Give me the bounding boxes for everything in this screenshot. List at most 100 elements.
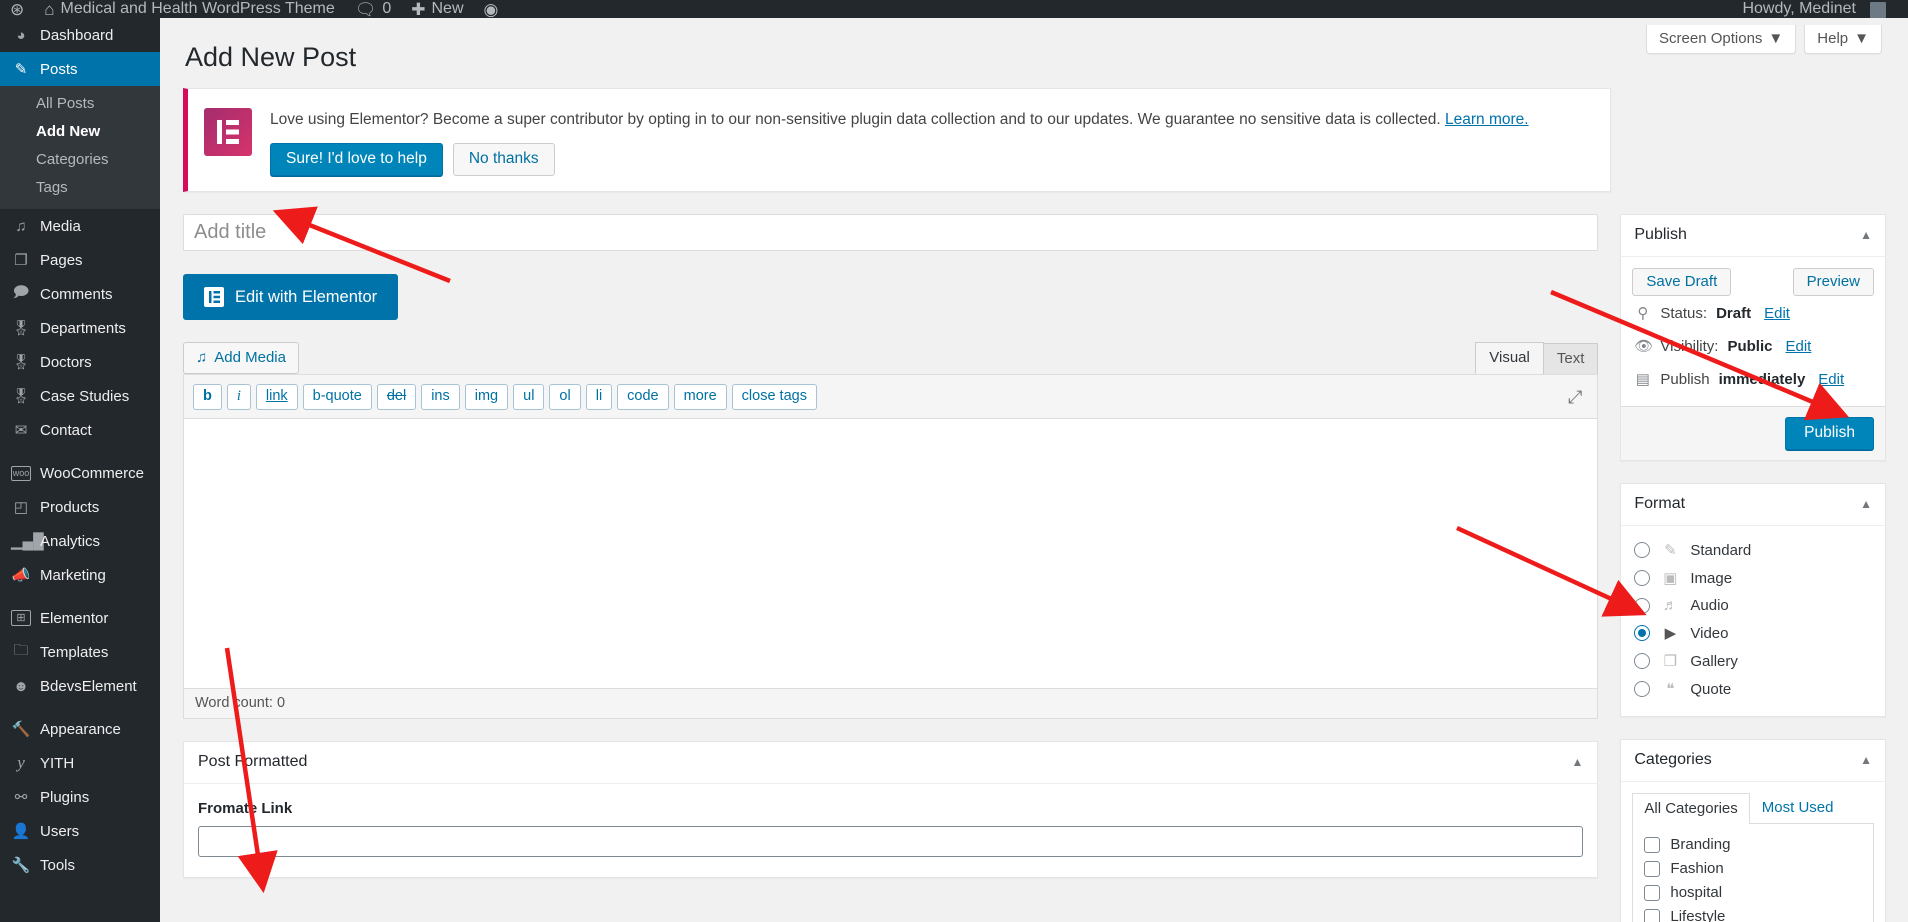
radio-quote[interactable] <box>1634 681 1650 697</box>
quicktag-i[interactable]: i <box>227 384 251 410</box>
quicktag-ins[interactable]: ins <box>421 384 460 410</box>
comments-menu[interactable]: 🗨 0 <box>345 0 402 18</box>
sidebar-item-templates[interactable]: 🗀 Templates <box>0 635 160 669</box>
add-media-button[interactable]: ♫ Add Media <box>183 342 299 374</box>
format-option-video[interactable]: ▶ Video <box>1634 619 1872 647</box>
wp-logo-menu[interactable]: ⊛ <box>0 0 34 18</box>
sidebar-item-appearance[interactable]: 🔨 Appearance <box>0 712 160 746</box>
sidebar-item-dashboard[interactable]: ◕ Dashboard <box>0 18 160 52</box>
sidebar-item-add-new[interactable]: Add New <box>0 118 160 146</box>
new-content-menu[interactable]: ✚ New <box>401 0 473 18</box>
categories-box-header[interactable]: Categories ▲ <box>1621 740 1885 782</box>
sidebar-item-marketing[interactable]: 📣 Marketing <box>0 558 160 592</box>
tab-most-used[interactable]: Most Used <box>1750 792 1846 823</box>
save-draft-button[interactable]: Save Draft <box>1632 268 1731 296</box>
sidebar-item-woocommerce[interactable]: woo WooCommerce <box>0 456 160 490</box>
quicktag-code[interactable]: code <box>617 384 668 410</box>
edit-with-elementor-button[interactable]: Edit with Elementor <box>183 274 398 320</box>
radio-standard[interactable] <box>1634 542 1650 558</box>
edit-status-link[interactable]: Edit <box>1764 305 1790 322</box>
format-option-standard[interactable]: ✎ Standard <box>1634 536 1872 564</box>
wp-admin-screen: ⊛ ⌂ Medical and Health WordPress Theme 🗨… <box>0 0 1908 922</box>
sidebar-item-comments[interactable]: 🗩 Comments <box>0 277 160 311</box>
category-row[interactable]: Branding <box>1644 833 1862 857</box>
edit-visibility-link[interactable]: Edit <box>1785 338 1811 355</box>
sidebar-item-categories[interactable]: Categories <box>0 146 160 174</box>
quicktag-ul[interactable]: ul <box>513 384 544 410</box>
optin-decline-button[interactable]: No thanks <box>453 143 555 176</box>
format-option-quote[interactable]: ❝ Quote <box>1634 675 1872 703</box>
learn-more-link[interactable]: Learn more. <box>1445 111 1529 128</box>
sidebar-item-doctors[interactable]: 🎖 Doctors <box>0 345 160 379</box>
format-box-header[interactable]: Format ▲ <box>1621 484 1885 526</box>
quicktag-more[interactable]: more <box>674 384 727 410</box>
publish-button[interactable]: Publish <box>1785 417 1874 450</box>
sidebar-item-contact[interactable]: ✉ Contact <box>0 413 160 447</box>
sidebar-item-elementor[interactable]: ⊞ Elementor <box>0 601 160 635</box>
quicktag-ol[interactable]: ol <box>549 384 580 410</box>
sidebar-item-users[interactable]: 👤 Users <box>0 814 160 848</box>
sidebar-item-products[interactable]: ◰ Products <box>0 490 160 524</box>
chevron-up-icon[interactable]: ▲ <box>1860 228 1872 242</box>
category-row[interactable]: Lifestyle <box>1644 905 1862 922</box>
format-option-image[interactable]: ▣ Image <box>1634 564 1872 592</box>
format-option-audio[interactable]: ♬ Audio <box>1634 592 1872 619</box>
quicktag-link[interactable]: link <box>256 384 298 410</box>
smush-menu[interactable]: ◉ <box>474 0 509 18</box>
optin-agree-button[interactable]: Sure! I'd love to help <box>270 143 443 176</box>
tab-visual[interactable]: Visual <box>1475 342 1544 374</box>
sidebar-item-pages[interactable]: ❐ Pages <box>0 243 160 277</box>
publish-box-header[interactable]: Publish ▲ <box>1621 215 1885 257</box>
sidebar-item-case-studies[interactable]: 🎖 Case Studies <box>0 379 160 413</box>
sidebar-item-media[interactable]: ♫ Media <box>0 209 160 243</box>
tab-text[interactable]: Text <box>1543 343 1599 374</box>
radio-image[interactable] <box>1634 570 1650 586</box>
notice-body: Love using Elementor? Become a super con… <box>270 104 1529 176</box>
post-content-textarea[interactable] <box>184 419 1597 683</box>
chevron-up-icon[interactable]: ▲ <box>1860 753 1872 767</box>
sidebar-item-plugins[interactable]: ⚯ Plugins <box>0 780 160 814</box>
sidebar-item-bdevselement[interactable]: ☻ BdevsElement <box>0 669 160 703</box>
site-name-label: Medical and Health WordPress Theme <box>61 0 335 18</box>
help-label: Help <box>1817 30 1848 47</box>
elementor-logo-icon <box>204 108 252 156</box>
chevron-up-icon[interactable]: ▲ <box>1571 755 1583 769</box>
preview-button[interactable]: Preview <box>1793 268 1874 296</box>
chevron-up-icon[interactable]: ▲ <box>1860 497 1872 511</box>
sidebar-item-analytics[interactable]: ▁▄█ Analytics <box>0 524 160 558</box>
categories-checklist[interactable]: Branding Fashion hospital Lifestyle <box>1632 823 1874 922</box>
admin-bar-right: Howdy, Medinet <box>1732 0 1908 18</box>
quicktag-img[interactable]: img <box>465 384 508 410</box>
fullscreen-icon[interactable]: ⤢ <box>1568 387 1588 408</box>
quicktag-b[interactable]: b <box>193 384 222 410</box>
checkbox-lifestyle[interactable] <box>1644 909 1660 922</box>
quicktag-del[interactable]: del <box>377 384 416 410</box>
sidebar-item-tags[interactable]: Tags <box>0 174 160 202</box>
radio-video[interactable] <box>1634 625 1650 641</box>
checkbox-fashion[interactable] <box>1644 861 1660 877</box>
format-option-gallery[interactable]: ❐ Gallery <box>1634 647 1872 675</box>
quicktag-li[interactable]: li <box>586 384 612 410</box>
post-title-input[interactable] <box>183 214 1598 251</box>
sidebar-item-tools[interactable]: 🔧 Tools <box>0 848 160 882</box>
post-formatted-header[interactable]: Post Formatted ▲ <box>184 742 1597 784</box>
help-button[interactable]: Help ▼ <box>1804 25 1882 54</box>
screen-options-button[interactable]: Screen Options ▼ <box>1646 25 1796 54</box>
radio-audio[interactable] <box>1634 598 1650 614</box>
quicktag-b-quote[interactable]: b-quote <box>303 384 372 410</box>
fromate-link-input[interactable] <box>198 826 1583 857</box>
edit-schedule-link[interactable]: Edit <box>1818 371 1844 388</box>
quicktag-close-tags[interactable]: close tags <box>732 384 817 410</box>
radio-gallery[interactable] <box>1634 653 1650 669</box>
sidebar-item-all-posts[interactable]: All Posts <box>0 90 160 118</box>
checkbox-branding[interactable] <box>1644 837 1660 853</box>
sidebar-item-posts[interactable]: ✎ Posts <box>0 52 160 86</box>
my-account-menu[interactable]: Howdy, Medinet <box>1732 0 1896 18</box>
site-name-menu[interactable]: ⌂ Medical and Health WordPress Theme <box>34 0 344 18</box>
tab-all-categories[interactable]: All Categories <box>1632 793 1749 824</box>
sidebar-item-yith[interactable]: y YITH <box>0 746 160 780</box>
category-row[interactable]: hospital <box>1644 881 1862 905</box>
sidebar-item-departments[interactable]: 🎖 Departments <box>0 311 160 345</box>
category-row[interactable]: Fashion <box>1644 857 1862 881</box>
checkbox-hospital[interactable] <box>1644 885 1660 901</box>
